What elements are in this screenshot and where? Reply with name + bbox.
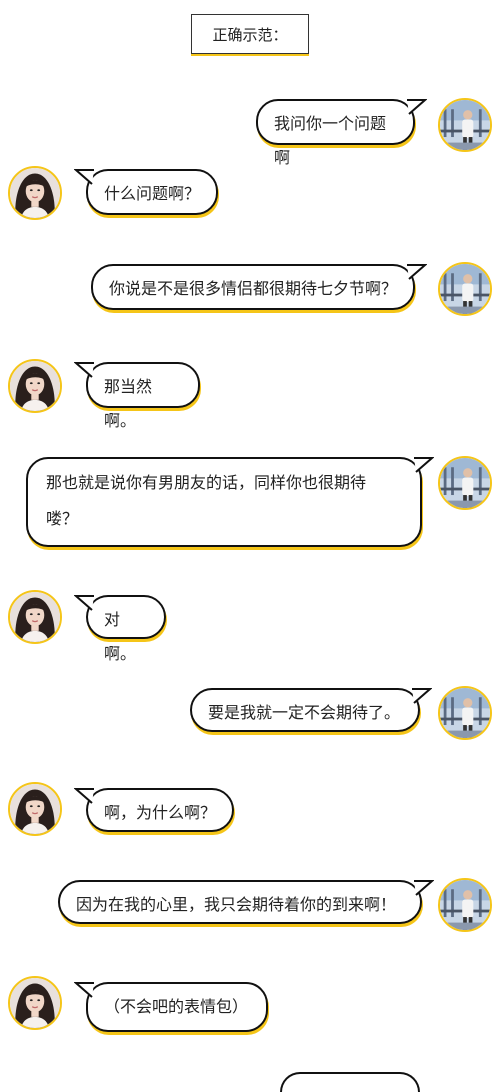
contact-avatar[interactable] bbox=[8, 590, 62, 644]
user-avatar[interactable] bbox=[438, 262, 492, 316]
message-bubble-partial bbox=[280, 1072, 420, 1092]
contact-avatar[interactable] bbox=[8, 359, 62, 413]
message-text: 什么问题啊？ bbox=[104, 184, 201, 203]
contact-avatar[interactable] bbox=[8, 782, 62, 836]
message-text: 啊，为什么啊？ bbox=[104, 803, 217, 822]
message-text: （不会吧的表情包） bbox=[104, 997, 249, 1016]
user-avatar[interactable] bbox=[438, 686, 492, 740]
message-text: 对啊。 bbox=[104, 610, 137, 663]
message-text: 我问你一个问题啊 bbox=[274, 114, 387, 167]
message-bubble-received: 那当然啊。 bbox=[74, 362, 200, 430]
user-avatar[interactable] bbox=[438, 878, 492, 932]
message-text-line-1: 那也就是说你有男朋友的话，同样你也很期待 bbox=[46, 473, 367, 492]
message-bubble-sent: 因为在我的心里，我只会期待着你的到来啊！ bbox=[58, 880, 434, 924]
message-bubble-received: 什么问题啊？ bbox=[74, 169, 218, 215]
contact-avatar[interactable] bbox=[8, 166, 62, 220]
message-text: 你说是不是很多情侣都很期待七夕节啊？ bbox=[109, 279, 398, 298]
user-avatar[interactable] bbox=[438, 98, 492, 152]
message-bubble-received: （不会吧的表情包） bbox=[74, 982, 268, 1032]
message-bubble-sent: 我问你一个问题啊 bbox=[256, 99, 427, 167]
message-bubble-sent: 你说是不是很多情侣都很期待七夕节啊？ bbox=[91, 264, 427, 310]
message-bubble-received: 对啊。 bbox=[74, 595, 166, 663]
message-bubble-received: 啊，为什么啊？ bbox=[74, 788, 234, 832]
contact-avatar[interactable] bbox=[8, 976, 62, 1030]
message-text-line-2: 喽？ bbox=[46, 509, 79, 528]
message-bubble-sent: 要是我就一定不会期待了。 bbox=[190, 688, 432, 732]
page-title-text: 正确示范： bbox=[212, 25, 288, 44]
user-avatar[interactable] bbox=[438, 456, 492, 510]
message-bubble-sent: 那也就是说你有男朋友的话，同样你也很期待 喽？ bbox=[26, 457, 434, 547]
page-title: 正确示范： bbox=[191, 14, 309, 54]
message-text: 那当然啊。 bbox=[104, 377, 153, 430]
message-text: 因为在我的心里，我只会期待着你的到来啊！ bbox=[76, 895, 397, 914]
message-text: 要是我就一定不会期待了。 bbox=[208, 703, 401, 722]
